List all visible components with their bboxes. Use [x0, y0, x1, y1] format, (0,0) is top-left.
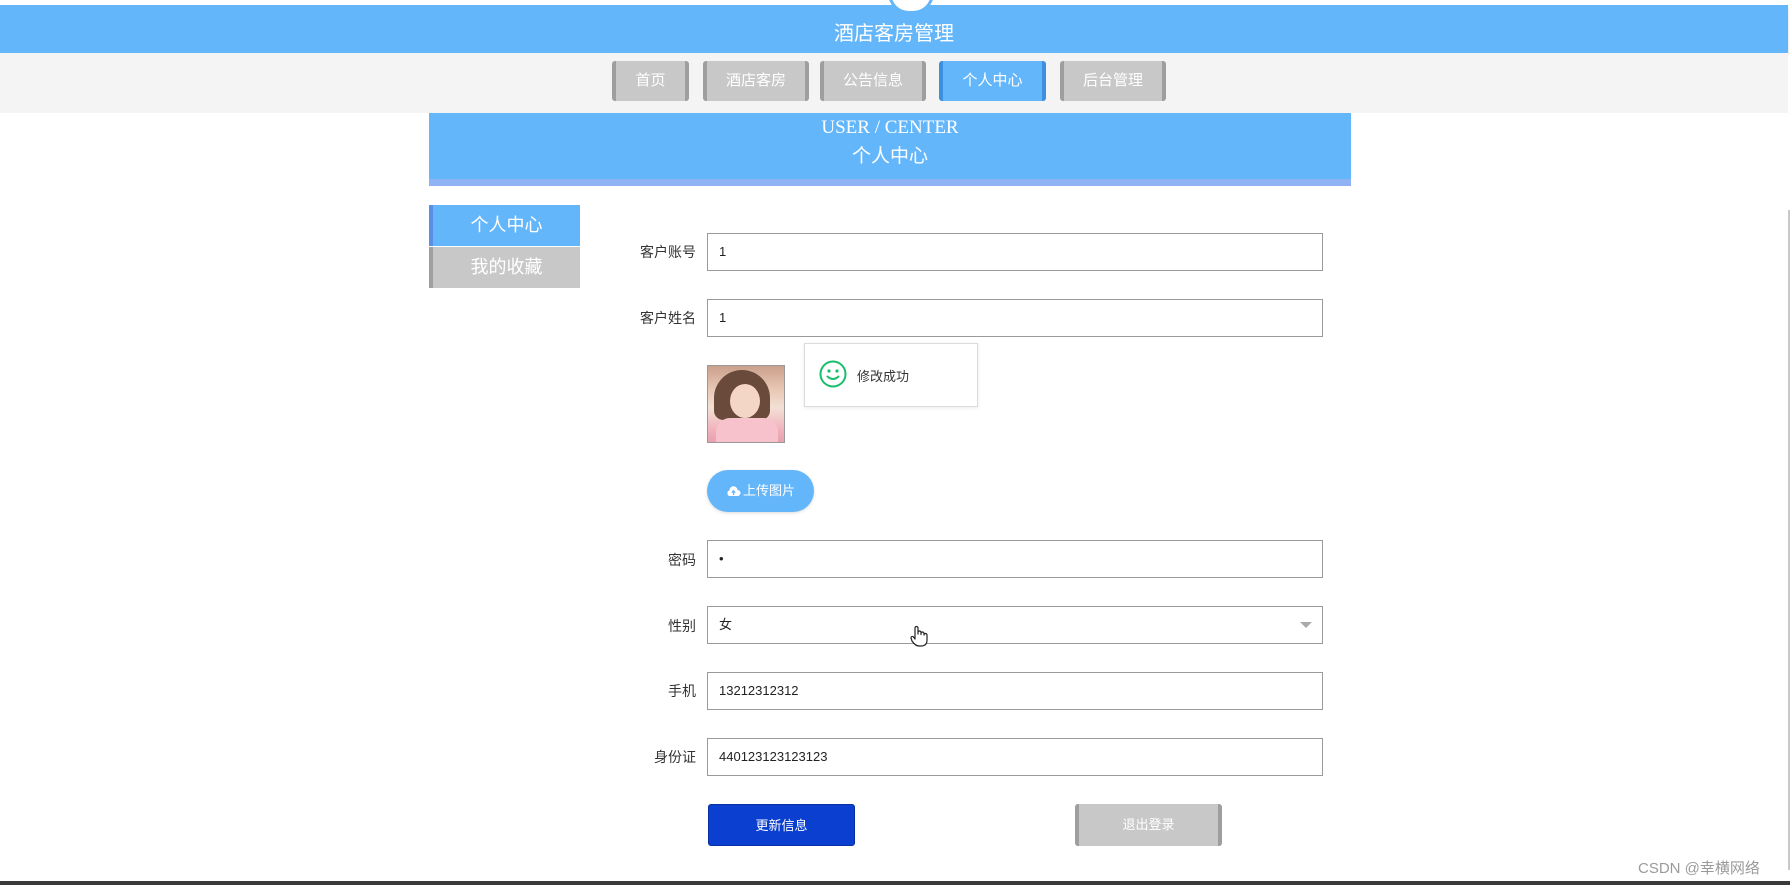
site-title: 酒店客房管理: [834, 23, 954, 45]
name-label: 客户姓名: [640, 310, 696, 326]
sidebar-item-user-center[interactable]: 个人中心: [429, 205, 580, 246]
top-header: 酒店客房管理: [0, 0, 1788, 53]
upload-image-button[interactable]: 上传图片: [707, 470, 814, 512]
phone-input[interactable]: 13212312312: [707, 672, 1323, 710]
page-banner: USER / CENTER 个人中心: [429, 113, 1351, 186]
phone-label: 手机: [668, 683, 696, 699]
banner-title-cn: 个人中心: [851, 146, 928, 167]
account-input[interactable]: 1: [707, 233, 1323, 271]
cloud-upload-icon: [727, 486, 741, 496]
nav-admin[interactable]: 后台管理: [1060, 61, 1166, 101]
nav-hotel-rooms[interactable]: 酒店客房: [703, 61, 809, 101]
banner-strip: [429, 179, 1351, 186]
name-input[interactable]: 1: [707, 299, 1323, 337]
nav-announcements[interactable]: 公告信息: [820, 61, 926, 101]
nav-home[interactable]: 首页: [612, 61, 689, 101]
password-label: 密码: [668, 552, 696, 568]
update-info-button[interactable]: 更新信息: [708, 804, 855, 846]
bottom-border: [0, 881, 1790, 885]
smile-icon: [819, 360, 847, 393]
success-toast: 修改成功: [804, 343, 978, 407]
gender-select[interactable]: 女: [707, 606, 1323, 644]
watermark: CSDN @幸横网络: [1638, 860, 1760, 877]
nav-user-center[interactable]: 个人中心: [939, 61, 1046, 101]
chevron-down-icon: [1300, 622, 1312, 628]
logout-button[interactable]: 退出登录: [1075, 804, 1222, 846]
logo-arc-icon: [888, 0, 934, 14]
avatar-image: [707, 365, 785, 443]
password-input[interactable]: •: [707, 540, 1323, 578]
banner-title-en: USER / CENTER: [821, 117, 959, 138]
gender-label: 性别: [668, 618, 696, 634]
gender-value: 女: [719, 617, 733, 632]
idcard-label: 身份证: [654, 749, 696, 765]
hand-cursor-icon: [910, 625, 928, 652]
main-nav: 首页 酒店客房 公告信息 个人中心 后台管理: [0, 53, 1788, 113]
account-label: 客户账号: [640, 244, 696, 260]
upload-label: 上传图片: [742, 483, 795, 498]
toast-message: 修改成功: [857, 369, 910, 384]
sidebar-item-favorites[interactable]: 我的收藏: [429, 247, 580, 288]
idcard-input[interactable]: 440123123123123: [707, 738, 1323, 776]
